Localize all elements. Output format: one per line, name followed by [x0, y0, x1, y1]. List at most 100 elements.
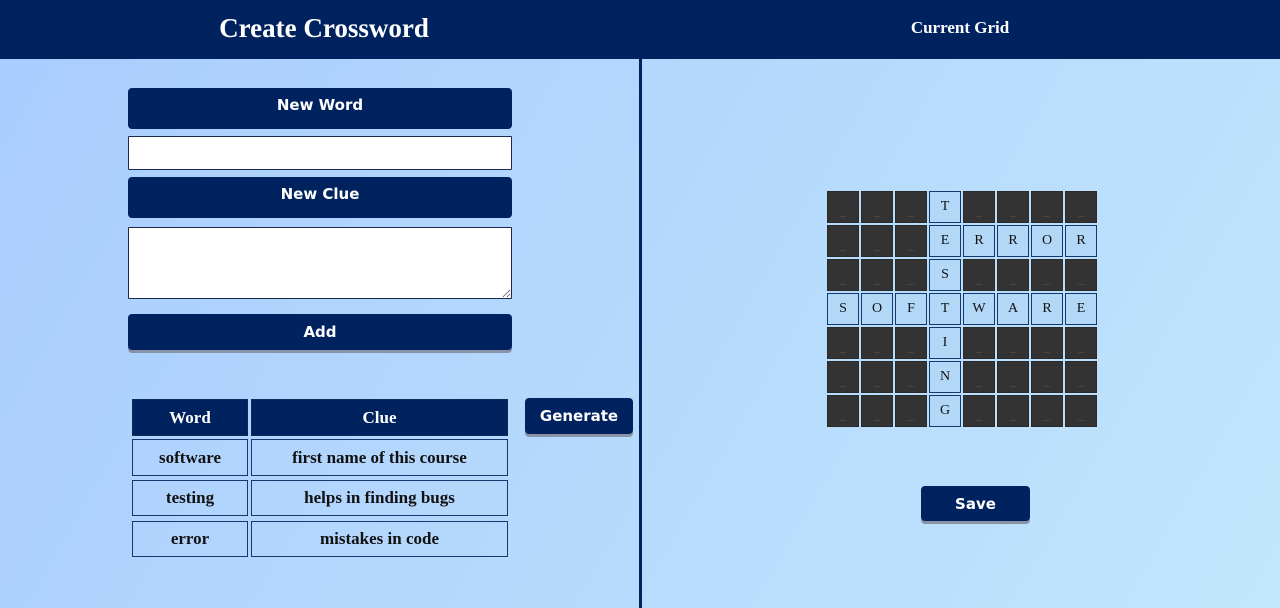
- grid-cell-letter: T: [929, 191, 961, 223]
- grid-cell-text: I: [942, 335, 948, 350]
- grid-cell-text: T: [940, 199, 950, 214]
- grid-cell-blank: _: [827, 225, 859, 257]
- grid-cell-text: _: [840, 274, 846, 286]
- grid-cell-text: _: [908, 274, 914, 286]
- grid-cell-letter: I: [929, 327, 961, 359]
- grid-cell-blank: _: [861, 225, 893, 257]
- table-cell-word: error: [132, 521, 248, 557]
- grid-cell-blank: _: [1065, 191, 1097, 223]
- table-cell-clue: helps in finding bugs: [251, 480, 508, 516]
- new-word-label: New Word: [128, 88, 512, 129]
- grid-cell-letter: A: [997, 293, 1029, 325]
- grid-cell-text: _: [874, 274, 880, 286]
- grid-cell-blank: _: [997, 395, 1029, 427]
- page-title: Create Crossword: [219, 12, 429, 43]
- grid-cell-blank: _: [1065, 395, 1097, 427]
- grid-cell-blank: _: [827, 361, 859, 393]
- grid-cell-letter: R: [997, 225, 1029, 257]
- grid-cell-letter: E: [1065, 293, 1097, 325]
- grid-cell-text: _: [1078, 342, 1084, 354]
- grid-cell-text: _: [1010, 274, 1016, 286]
- grid-cell-blank: _: [1065, 259, 1097, 291]
- grid-cell-text: _: [1044, 342, 1050, 354]
- table-header-word: Word: [132, 399, 248, 436]
- grid-cell-blank: _: [895, 327, 927, 359]
- grid-cell-blank: _: [997, 191, 1029, 223]
- grid-cell-blank: _: [997, 259, 1029, 291]
- grid-cell-letter: N: [929, 361, 961, 393]
- grid-cell-text: _: [1044, 410, 1050, 422]
- table-header-clue: Clue: [251, 399, 508, 436]
- grid-cell-text: O: [871, 301, 883, 316]
- clue-input[interactable]: [128, 227, 512, 299]
- grid-cell-blank: _: [1065, 361, 1097, 393]
- grid-cell-blank: _: [827, 327, 859, 359]
- grid-cell-text: _: [976, 206, 982, 218]
- grid-cell-letter: E: [929, 225, 961, 257]
- grid-cell-text: R: [1008, 233, 1018, 248]
- grid-cell-text: _: [908, 410, 914, 422]
- grid-cell-blank: _: [895, 191, 927, 223]
- grid-cell-blank: _: [861, 395, 893, 427]
- grid-cell-text: R: [974, 233, 984, 248]
- table-cell-clue: first name of this course: [251, 439, 508, 476]
- grid-cell-blank: _: [827, 191, 859, 223]
- grid-cell-text: _: [874, 342, 880, 354]
- table-cell-word: testing: [132, 480, 248, 516]
- grid-cell-blank: _: [1031, 191, 1063, 223]
- table-cell-word: software: [132, 439, 248, 476]
- grid-cell-letter: W: [963, 293, 995, 325]
- grid-cell-text: _: [1078, 376, 1084, 388]
- grid-cell-text: _: [1010, 342, 1016, 354]
- grid-cell-blank: _: [895, 361, 927, 393]
- grid-cell-text: _: [1044, 206, 1050, 218]
- grid-cell-text: _: [976, 342, 982, 354]
- generate-button[interactable]: Generate: [525, 398, 633, 434]
- grid-cell-letter: T: [929, 293, 961, 325]
- grid-cell-blank: _: [963, 395, 995, 427]
- grid-cell-letter: F: [895, 293, 927, 325]
- word-input[interactable]: [128, 136, 512, 170]
- grid-cell-text: _: [1044, 274, 1050, 286]
- grid-cell-text: _: [1010, 410, 1016, 422]
- grid-cell-text: _: [840, 376, 846, 388]
- grid-cell-blank: _: [1031, 327, 1063, 359]
- grid-cell-text: _: [874, 410, 880, 422]
- grid-cell-blank: _: [1031, 395, 1063, 427]
- grid-cell-text: _: [908, 240, 914, 252]
- grid-cell-blank: _: [1031, 259, 1063, 291]
- grid-cell-blank: _: [861, 327, 893, 359]
- grid-cell-text: _: [976, 274, 982, 286]
- grid-cell-text: N: [939, 369, 951, 384]
- crossword-grid: _ _ _ T _ _ _ _ _ _ _ E R R O R _ _ _ S _ _ _ _ S O F T W A R E _ _ _ I _ _ _ _…: [827, 191, 1097, 427]
- grid-cell-text: G: [939, 403, 951, 418]
- grid-cell-text: E: [1076, 301, 1086, 316]
- grid-cell-blank: _: [895, 395, 927, 427]
- grid-cell-text: R: [1042, 301, 1052, 316]
- grid-cell-text: _: [1078, 410, 1084, 422]
- grid-cell-text: _: [1010, 376, 1016, 388]
- grid-cell-text: _: [840, 206, 846, 218]
- grid-cell-text: _: [874, 206, 880, 218]
- grid-cell-blank: _: [827, 395, 859, 427]
- grid-cell-text: A: [1007, 301, 1019, 316]
- grid-cell-text: S: [839, 301, 847, 316]
- grid-cell-text: W: [972, 301, 986, 316]
- grid-cell-letter: R: [1065, 225, 1097, 257]
- grid-cell-text: _: [840, 410, 846, 422]
- grid-cell-letter: O: [1031, 225, 1063, 257]
- grid-cell-text: E: [940, 233, 950, 248]
- add-button[interactable]: Add: [128, 314, 512, 350]
- save-button[interactable]: Save: [921, 486, 1030, 521]
- grid-cell-blank: _: [997, 327, 1029, 359]
- grid-cell-blank: _: [895, 225, 927, 257]
- grid-cell-text: _: [1078, 274, 1084, 286]
- table-cell-clue: mistakes in code: [251, 521, 508, 557]
- grid-cell-text: _: [976, 410, 982, 422]
- grid-cell-text: S: [941, 267, 949, 282]
- grid-cell-text: _: [976, 376, 982, 388]
- grid-cell-text: _: [1044, 376, 1050, 388]
- grid-title: Current Grid: [910, 18, 1010, 37]
- grid-cell-text: _: [908, 342, 914, 354]
- grid-cell-blank: _: [1065, 327, 1097, 359]
